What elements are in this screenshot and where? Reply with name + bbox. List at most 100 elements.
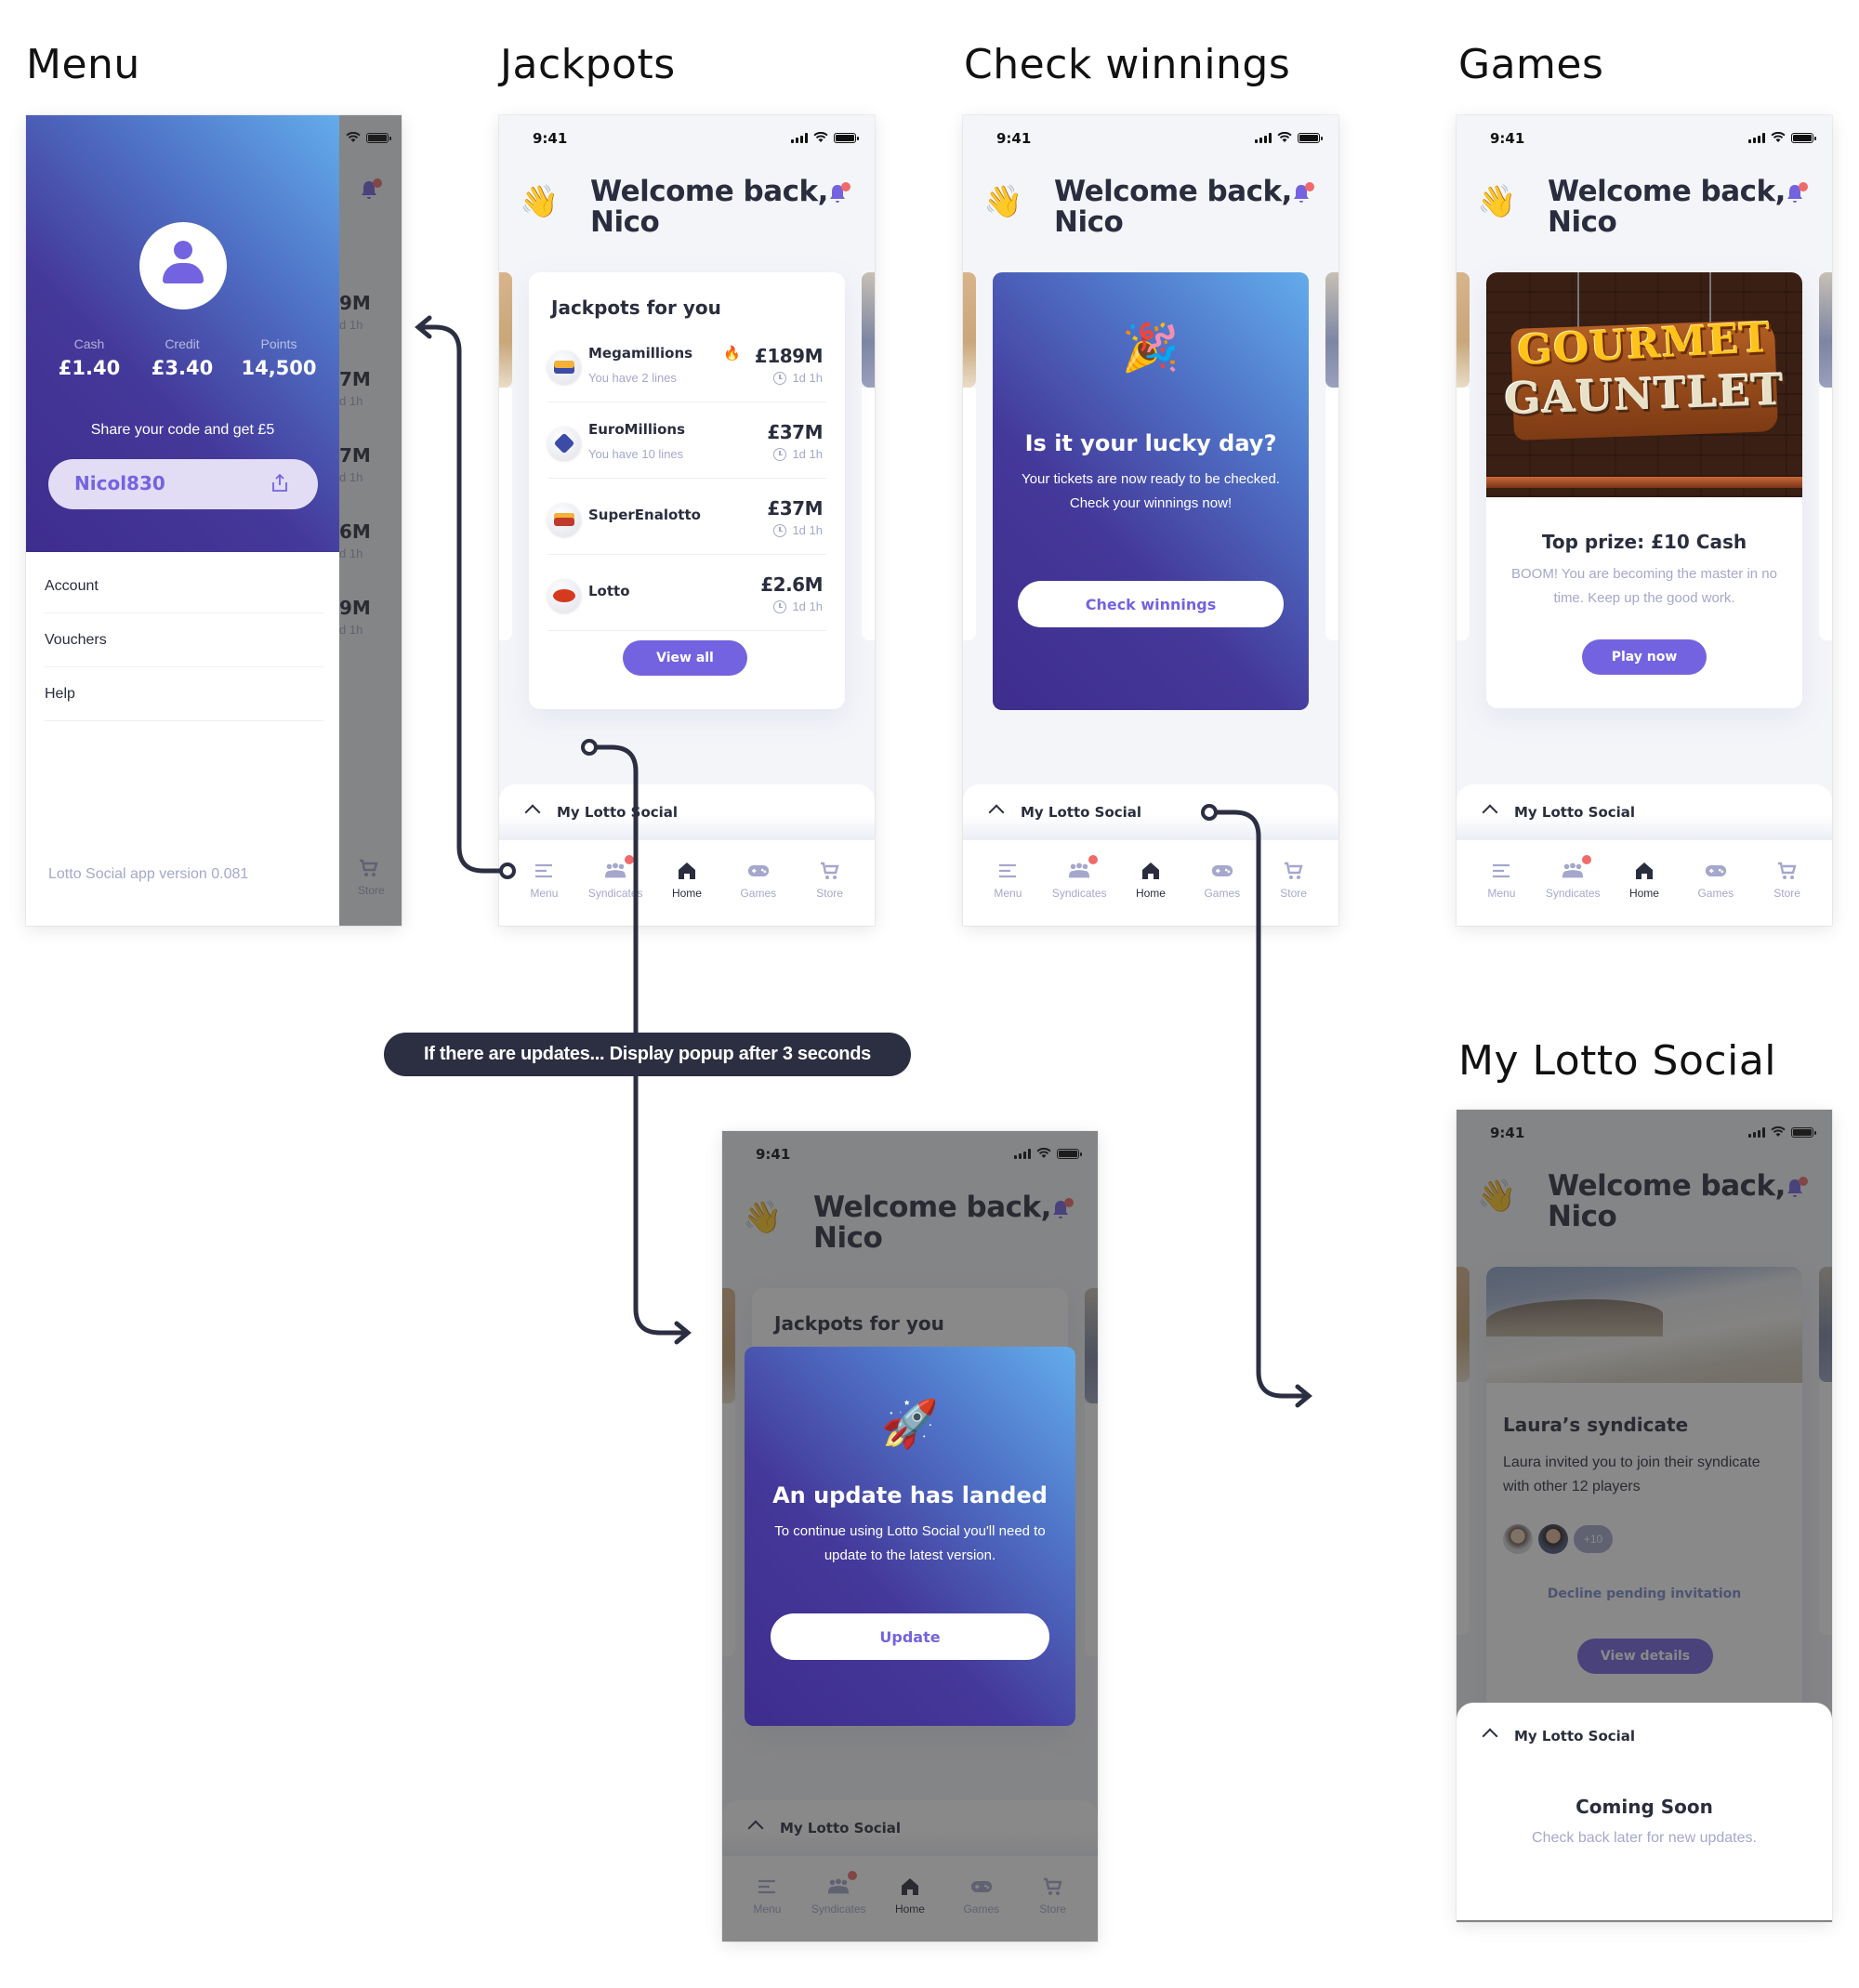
carousel-peek-left[interactable] [499,272,512,388]
game-banner-image[interactable]: GOURMET GAUNTLET [1486,272,1802,497]
tab-label: Games [1697,887,1734,900]
tab-home[interactable]: Home [652,840,722,926]
update-button[interactable]: Update [771,1613,1049,1660]
jackpot-countdown: 1d 1h [773,599,823,613]
rocket-icon: 🚀 [880,1398,940,1450]
section-title-my-lotto-social: My Lotto Social [1458,1037,1777,1085]
dim-overlay[interactable] [339,115,402,926]
status-time: 9:41 [1490,130,1525,147]
popup-body: To continue using Lotto Social you'll ne… [774,1523,1046,1563]
arrow-head-icon [674,1321,692,1345]
welcome-title: Welcome back,Nico [590,175,828,239]
superenalotto-logo [547,503,581,536]
check-winnings-button[interactable]: Check winnings [1018,581,1284,627]
coming-soon-subtitle: Check back later for new updates. [1532,1830,1757,1846]
referral-code-field[interactable]: Nicol830 [48,459,318,509]
tab-store[interactable]: Store [1752,840,1823,926]
app-version: Lotto Social app version 0.081 [48,866,249,882]
menu-item-vouchers[interactable]: Vouchers [45,613,323,667]
my-lotto-social-sheet[interactable]: My Lotto Social [1457,784,1832,840]
tab-label: Home [1628,887,1659,900]
tab-syndicates[interactable]: Syndicates [1537,840,1608,926]
sheet-label: My Lotto Social [1021,804,1142,821]
notification-badge [1582,855,1592,864]
tab-label: Syndicates [1545,887,1601,900]
tab-store[interactable]: Store [795,840,865,926]
menu-item-account[interactable]: Account [45,560,323,613]
gamepad-icon [1705,861,1727,881]
home-icon [676,861,698,881]
tab-syndicates[interactable]: Syndicates [580,840,651,926]
tab-games[interactable]: Games [723,840,794,926]
tab-syndicates[interactable]: Syndicates [1044,840,1114,926]
jackpot-name: Lotto [588,583,630,599]
tab-label: Syndicates [587,887,643,900]
tab-label: Menu [530,887,559,900]
share-icon[interactable] [271,474,288,493]
menu-icon [1490,861,1512,881]
party-popper-icon: 🎉 [1121,322,1180,374]
bell-icon[interactable] [1784,182,1808,206]
tab-bar: Menu Syndicates Home Games Store [963,840,1338,926]
tab-games[interactable]: Games [1187,840,1258,926]
status-time: 9:41 [996,130,1032,147]
notification-badge [625,855,635,864]
status-time: 9:41 [533,130,568,147]
tab-home[interactable]: Home [1609,840,1680,926]
arrow-head-icon [415,315,432,339]
jackpot-name: SuperEnalotto [588,507,701,523]
game-card: GOURMET GAUNTLET Top prize: £10 Cash BOO… [1486,272,1802,708]
jackpots-screen: 9:41 👋 Welcome back, Nico Jackpots for yo… [499,115,875,926]
jackpot-row[interactable]: SuperEnalotto £37M 1d 1h [547,479,826,555]
tab-menu[interactable]: Menu [972,840,1043,926]
play-now-button[interactable]: Play now [1582,639,1707,675]
clock-icon [773,447,787,461]
carousel-peek-right[interactable] [1325,272,1338,388]
my-lotto-social-sheet[interactable]: My Lotto Social [963,784,1338,840]
home-peek: 9M d 1h 7M d 1h 7M d 1h 6M d 1h 9M d 1h … [339,115,402,926]
tab-store[interactable]: Store [1259,840,1329,926]
megamillions-logo [547,350,581,384]
stat-cash: Cash £1.40 [43,336,136,379]
carousel-peek-right[interactable] [1819,272,1832,388]
view-all-button[interactable]: View all [623,640,747,676]
bell-icon[interactable] [1290,182,1314,206]
tab-label: Syndicates [1051,887,1107,900]
chevron-up-icon [524,804,541,821]
signal-icon [1255,132,1272,143]
my-lotto-social-sheet-expanded: My Lotto Social Coming Soon Check back l… [1457,1703,1832,1920]
jackpot-lines: You have 2 lines [588,371,677,385]
notification-badge [1799,182,1808,191]
tab-games[interactable]: Games [1681,840,1751,926]
carousel-peek-right[interactable] [862,272,875,388]
avatar[interactable] [139,222,227,309]
welcome-header: 👋 Welcome back,Nico [983,177,1318,251]
menu-item-help[interactable]: Help [45,667,323,721]
notification-badge [1088,855,1099,864]
battery-icon [1791,132,1816,143]
tab-home[interactable]: Home [1115,840,1186,926]
jackpot-name: Megamillions [588,345,693,362]
cart-icon [1776,861,1799,881]
jackpot-row[interactable]: Lotto £2.6M 1d 1h [547,555,826,631]
tab-menu[interactable]: Menu [508,840,579,926]
my-lotto-social-sheet[interactable]: My Lotto Social [499,784,875,840]
jackpot-row[interactable]: Megamillions You have 2 lines 🔥 £189M 1d… [547,326,826,402]
wifi-icon [813,132,828,142]
bell-icon[interactable] [826,182,850,206]
tab-label: Home [671,887,702,900]
jackpot-row[interactable]: EuroMillions You have 10 lines £37M 1d 1… [547,402,826,479]
chevron-up-icon[interactable] [1482,1728,1498,1744]
syndicates-icon [604,861,626,881]
welcome-header: 👋 Welcome back,Nico [1477,177,1812,251]
section-title-jackpots: Jackpots [500,41,676,88]
carousel-peek-left[interactable] [963,272,976,388]
stat-value: £1.40 [58,357,121,379]
jackpot-countdown: 1d 1h [773,523,823,537]
card-title: Is it your lucky day? [1024,430,1277,456]
carousel-peek-left[interactable] [1457,272,1470,388]
tab-menu[interactable]: Menu [1466,840,1536,926]
check-winnings-card: 🎉 Is it your lucky day? Your tickets are… [993,272,1309,710]
menu-icon [996,861,1019,881]
stat-value: 14,500 [241,357,317,379]
